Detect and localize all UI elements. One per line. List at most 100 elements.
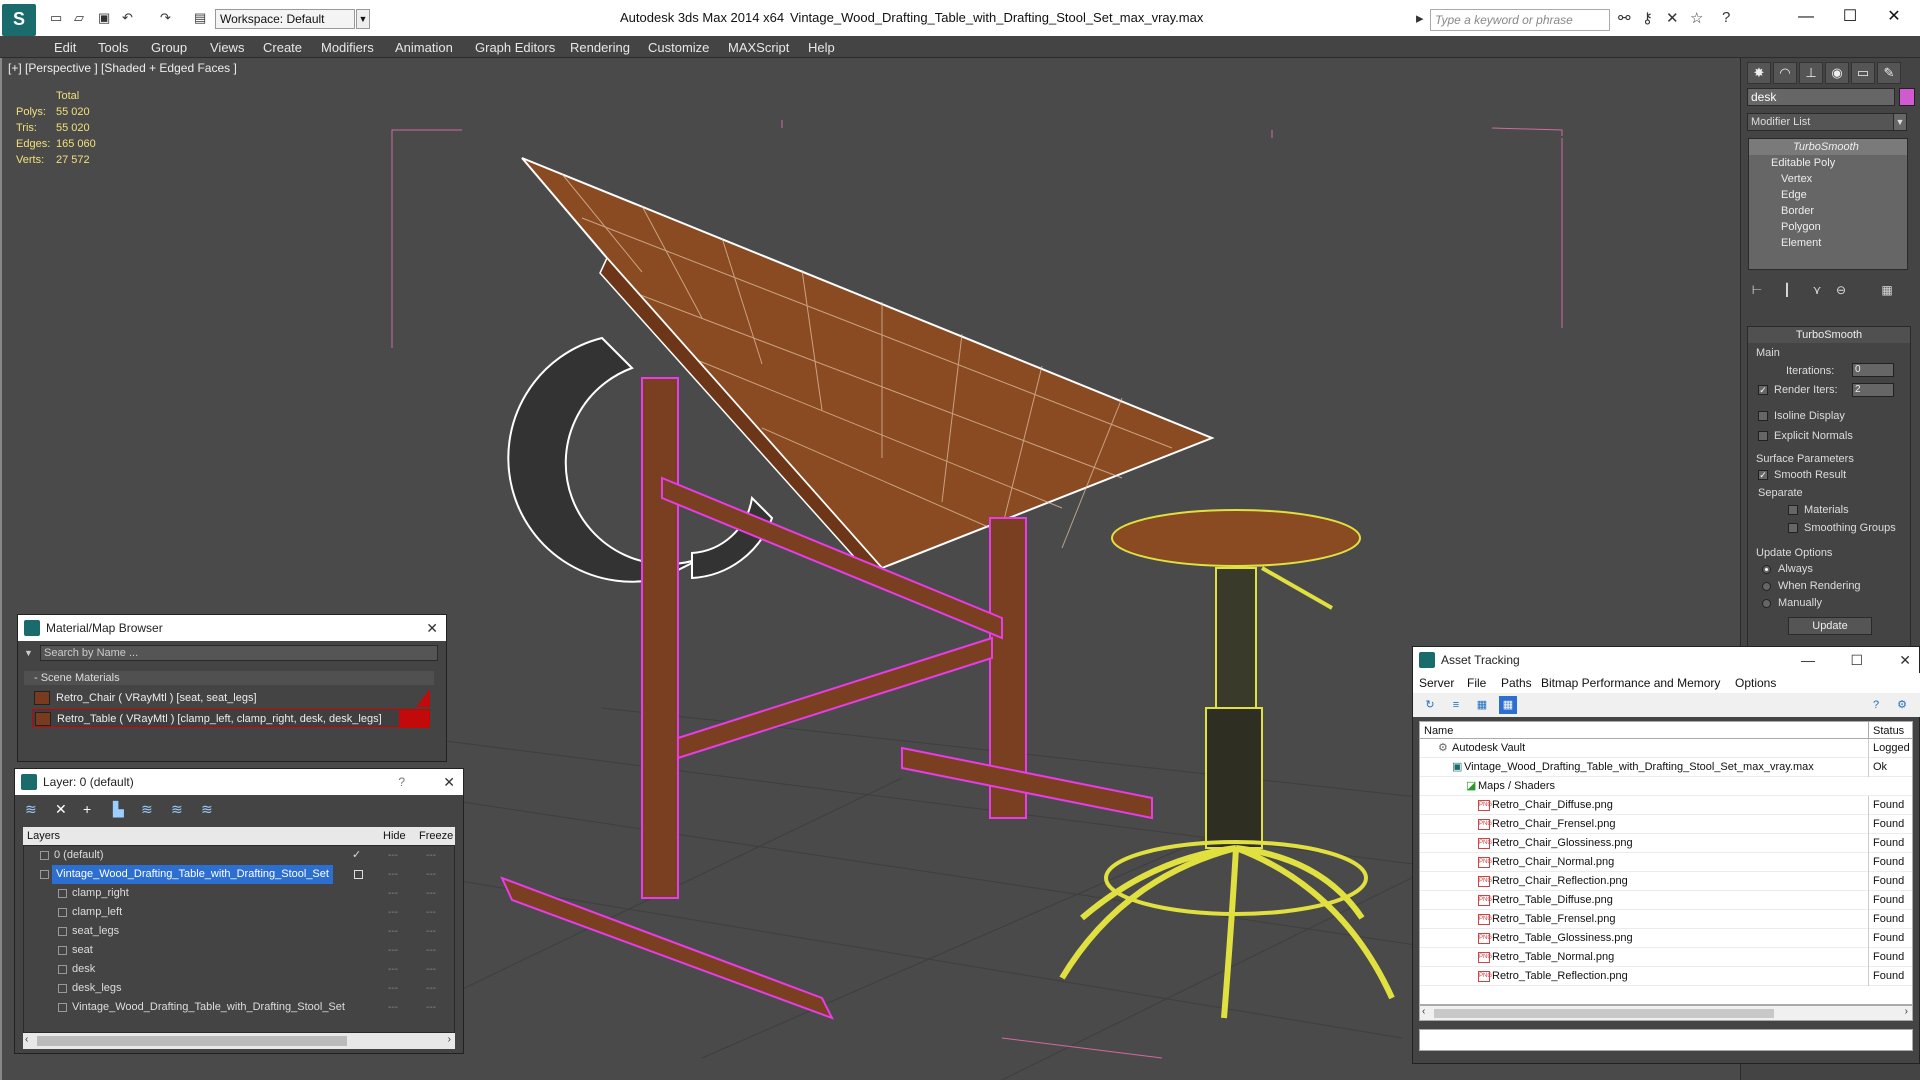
asset-row[interactable]: PNG Retro_Chair_Diffuse.png Found	[1420, 796, 1912, 815]
stack-item-edge[interactable]: Edge	[1749, 187, 1907, 203]
explicit-normals-checkbox[interactable]	[1758, 431, 1768, 441]
stack-item-turbosmooth[interactable]: TurboSmooth	[1749, 139, 1907, 155]
freeze-toggle[interactable]: ---	[426, 903, 436, 922]
minimize-button[interactable]: —	[1801, 647, 1815, 673]
save-file-icon[interactable]: ▣	[98, 10, 110, 26]
workspace-dropdown[interactable]: Workspace: Default ▼	[215, 9, 370, 29]
menu-maxscript[interactable]: MAXScript	[728, 40, 789, 55]
menu-edit[interactable]: Edit	[54, 40, 76, 55]
hide-toggle[interactable]: ---	[388, 846, 398, 865]
layer-manager-title-bar[interactable]: Layer: 0 (default) ? ✕	[15, 769, 463, 795]
asset-row[interactable]: PNG Retro_Table_Glossiness.png Found	[1420, 929, 1912, 948]
help-icon[interactable]: ?	[398, 769, 405, 795]
menu-help[interactable]: Help	[808, 40, 835, 55]
layer-row[interactable]: clamp_right --- ---	[24, 884, 456, 903]
col-layers[interactable]: Layers	[27, 827, 60, 845]
search-expand-icon[interactable]: ▸	[1416, 9, 1424, 27]
scroll-left-icon[interactable]: ‹	[25, 1034, 28, 1045]
stack-item-polygon[interactable]: Polygon	[1749, 219, 1907, 235]
close-icon[interactable]: ✕	[426, 615, 438, 641]
menu-options[interactable]: Options	[1735, 676, 1776, 690]
close-button[interactable]: ✕	[1874, 4, 1914, 30]
freeze-toggle[interactable]: ---	[426, 941, 436, 960]
menu-modifiers[interactable]: Modifiers	[321, 40, 374, 55]
redo-icon[interactable]: ↷	[160, 10, 171, 26]
asset-row[interactable]: PNG Retro_Chair_Reflection.png Found	[1420, 872, 1912, 891]
open-file-icon[interactable]: ▱	[74, 10, 84, 26]
minimize-button[interactable]: —	[1786, 4, 1826, 30]
hide-toggle[interactable]: ---	[388, 884, 398, 903]
asset-row[interactable]: PNG Retro_Chair_Normal.png Found	[1420, 853, 1912, 872]
col-name[interactable]: Name	[1424, 722, 1453, 740]
viewport-label[interactable]: [+] [Perspective ] [Shaded + Edged Faces…	[8, 61, 237, 75]
help-icon[interactable]: ?	[1867, 696, 1885, 714]
motion-tab-icon[interactable]: ◉	[1825, 62, 1849, 84]
hide-all-icon[interactable]: ≋	[171, 801, 191, 818]
hierarchy-tab-icon[interactable]: ⊥	[1799, 62, 1823, 84]
menu-customize[interactable]: Customize	[648, 40, 709, 55]
chevron-down-icon[interactable]: ▼	[356, 9, 370, 29]
layer-tool-icon[interactable]: ≋	[25, 801, 45, 818]
freeze-toggle[interactable]: ---	[426, 865, 436, 884]
material-browser-title-bar[interactable]: Material/Map Browser ✕	[18, 615, 446, 641]
highlight-layer-icon[interactable]: ≋	[141, 801, 161, 818]
smooth-result-checkbox[interactable]: ✓	[1758, 470, 1768, 480]
hide-toggle[interactable]: ---	[388, 941, 398, 960]
menu-graph-editors[interactable]: Graph Editors	[475, 40, 555, 55]
list-view-icon[interactable]: ≡	[1447, 696, 1465, 714]
options-icon[interactable]: ⚙	[1893, 696, 1911, 714]
create-tab-icon[interactable]: ✸	[1747, 62, 1771, 84]
object-color-swatch[interactable]	[1899, 88, 1915, 106]
layer-row[interactable]: seat_legs --- ---	[24, 922, 456, 941]
set-current-icon[interactable]	[354, 870, 363, 879]
layer-row[interactable]: clamp_left --- ---	[24, 903, 456, 922]
hide-toggle[interactable]: ---	[388, 998, 398, 1017]
freeze-toggle[interactable]: ---	[426, 846, 436, 865]
scroll-left-icon[interactable]: ‹	[1422, 1006, 1425, 1017]
binoculars-icon[interactable]: ⚯	[1618, 9, 1631, 27]
delete-layer-icon[interactable]: ✕	[55, 801, 75, 818]
maximize-button[interactable]: ☐	[1830, 4, 1870, 30]
menu-animation[interactable]: Animation	[395, 40, 453, 55]
hide-toggle[interactable]: ---	[388, 922, 398, 941]
smoothing-groups-checkbox[interactable]	[1788, 523, 1798, 533]
object-name-field[interactable]: desk	[1747, 88, 1895, 106]
refresh-icon[interactable]: ↻	[1421, 696, 1439, 714]
stack-item-element[interactable]: Element	[1749, 235, 1907, 251]
layer-row[interactable]: Vintage_Wood_Drafting_Table_with_Draftin…	[24, 865, 456, 884]
maximize-button[interactable]: ☐	[1850, 647, 1863, 673]
freeze-toggle[interactable]: ---	[426, 922, 436, 941]
layer-horizontal-scrollbar[interactable]: ‹ ›	[23, 1033, 455, 1049]
asset-horizontal-scrollbar[interactable]: ‹ ›	[1419, 1005, 1913, 1021]
add-layer-icon[interactable]: +	[83, 801, 103, 817]
asset-row[interactable]: PNG Retro_Chair_Frensel.png Found	[1420, 815, 1912, 834]
freeze-all-icon[interactable]: ≋	[201, 801, 221, 818]
star-icon[interactable]: ☆	[1690, 9, 1703, 27]
hide-toggle[interactable]: ---	[388, 960, 398, 979]
hide-toggle[interactable]: ---	[388, 903, 398, 922]
update-button[interactable]: Update	[1788, 617, 1872, 635]
app-logo-icon[interactable]: S	[2, 4, 36, 36]
layer-row[interactable]: seat --- ---	[24, 941, 456, 960]
search-input[interactable]: Type a keyword or phrase	[1430, 9, 1610, 31]
always-radio[interactable]	[1762, 565, 1771, 574]
stack-item-editable-poly[interactable]: Editable Poly	[1749, 155, 1907, 171]
undo-icon[interactable]: ↶	[122, 10, 133, 26]
new-file-icon[interactable]: ▭	[50, 10, 62, 26]
chevron-down-icon[interactable]: ▼	[24, 648, 33, 658]
asset-row[interactable]: PNG Retro_Table_Normal.png Found	[1420, 948, 1912, 967]
thumbnail-view-icon[interactable]: ▦	[1473, 696, 1491, 714]
close-icon[interactable]: ✕	[1899, 647, 1911, 673]
layer-row[interactable]: desk_legs --- ---	[24, 979, 456, 998]
scroll-right-icon[interactable]: ›	[1905, 1006, 1908, 1017]
freeze-toggle[interactable]: ---	[426, 979, 436, 998]
modifier-stack[interactable]: TurboSmooth Editable Poly Vertex Edge Bo…	[1748, 138, 1908, 270]
scrollbar-thumb[interactable]	[1434, 1009, 1774, 1018]
render-iters-spinner[interactable]: 2	[1852, 383, 1894, 397]
manually-radio[interactable]	[1762, 599, 1771, 608]
col-hide[interactable]: Hide	[383, 827, 406, 845]
iterations-spinner[interactable]: 0	[1852, 363, 1894, 377]
rollout-title[interactable]: TurboSmooth	[1748, 327, 1910, 343]
stack-item-border[interactable]: Border	[1749, 203, 1907, 219]
key-icon[interactable]: ⚷	[1642, 9, 1653, 27]
